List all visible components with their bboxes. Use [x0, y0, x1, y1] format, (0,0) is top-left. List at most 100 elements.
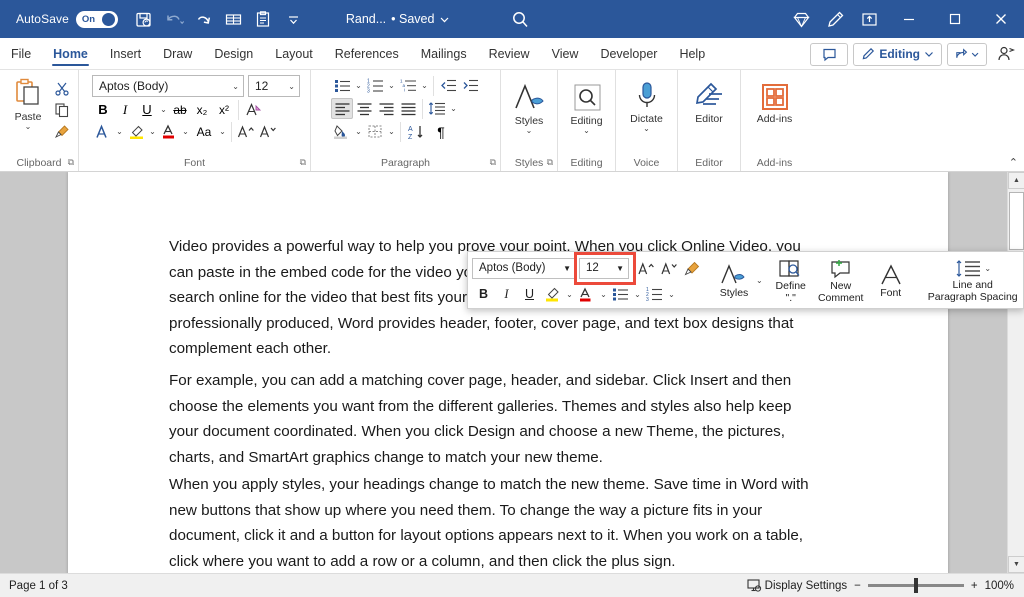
- chevron-down-icon[interactable]: ⌄: [232, 82, 239, 91]
- chevron-down-icon[interactable]: ⌄: [25, 123, 32, 131]
- dictate-button[interactable]: Dictate ⌄: [624, 77, 670, 133]
- grow-font-button[interactable]: [235, 121, 257, 142]
- tab-home[interactable]: Home: [42, 38, 99, 69]
- tab-design[interactable]: Design: [203, 38, 264, 69]
- page-indicator[interactable]: Page 1 of 3: [9, 580, 68, 592]
- tab-layout[interactable]: Layout: [264, 38, 324, 69]
- font-dialog-launcher[interactable]: ⧉: [300, 154, 306, 170]
- align-right-button[interactable]: [375, 98, 397, 119]
- chevron-down-icon[interactable]: ⌄: [386, 75, 397, 96]
- tab-developer[interactable]: Developer: [589, 38, 668, 69]
- clipboard-icon[interactable]: [250, 5, 278, 33]
- align-center-button[interactable]: [353, 98, 375, 119]
- chevron-down-icon[interactable]: ⌄: [419, 75, 430, 96]
- collapse-ribbon-button[interactable]: ⌃: [1009, 156, 1018, 169]
- paragraph-3[interactable]: When you apply styles, your headings cha…: [169, 472, 824, 573]
- format-painter-button[interactable]: [51, 121, 73, 142]
- clipboard-dialog-launcher[interactable]: ⧉: [68, 154, 74, 170]
- underline-button[interactable]: U: [136, 99, 158, 120]
- bold-button[interactable]: B: [92, 99, 114, 120]
- vertical-scrollbar[interactable]: ▲ ▼: [1007, 172, 1024, 573]
- ribbon-display-icon[interactable]: [852, 0, 886, 38]
- tab-mailings[interactable]: Mailings: [410, 38, 478, 69]
- chevron-down-icon[interactable]: ⌄: [756, 269, 763, 292]
- undo-icon[interactable]: [160, 5, 188, 33]
- editor-button[interactable]: Editor: [686, 79, 732, 125]
- highlight-button[interactable]: [125, 121, 147, 142]
- mini-underline-button[interactable]: U: [518, 283, 541, 306]
- customize-qat-icon[interactable]: [280, 5, 308, 33]
- cut-button[interactable]: [51, 77, 73, 98]
- zoom-level-label[interactable]: 100%: [985, 580, 1014, 592]
- chevron-down-icon[interactable]: ⌄: [583, 127, 590, 135]
- subscript-button[interactable]: x₂: [191, 99, 213, 120]
- scrollbar-thumb[interactable]: [1009, 192, 1024, 250]
- styles-button[interactable]: Styles ⌄: [506, 79, 552, 135]
- chevron-down-icon[interactable]: ⌄: [632, 283, 643, 306]
- mini-font-dialog-button[interactable]: Font: [869, 252, 913, 308]
- styles-dialog-launcher[interactable]: ⧉: [547, 154, 553, 170]
- pen-icon[interactable]: [818, 0, 852, 38]
- display-settings-button[interactable]: Display Settings: [747, 578, 847, 593]
- tab-file[interactable]: File: [0, 38, 42, 69]
- chevron-down-icon[interactable]: ⌄: [643, 125, 650, 133]
- font-name-input[interactable]: Aptos (Body) ⌄: [92, 75, 244, 97]
- comments-button[interactable]: [810, 42, 849, 66]
- mini-styles-button[interactable]: Styles: [712, 252, 756, 308]
- chevron-down-icon[interactable]: ⌄: [158, 99, 169, 120]
- chevron-down-icon[interactable]: ⌄: [564, 283, 575, 306]
- minimize-button[interactable]: [886, 0, 932, 38]
- zoom-out-button[interactable]: −: [854, 580, 861, 592]
- people-icon[interactable]: [992, 41, 1020, 67]
- zoom-slider-thumb[interactable]: [913, 578, 918, 593]
- paste-button[interactable]: Paste ⌄: [5, 75, 51, 131]
- bullets-button[interactable]: [331, 75, 353, 96]
- save-icon[interactable]: [130, 5, 158, 33]
- mini-numbering-button[interactable]: 123: [643, 283, 666, 306]
- mini-font-name-input[interactable]: Aptos (Body) ▼: [472, 257, 576, 279]
- tab-insert[interactable]: Insert: [99, 38, 152, 69]
- search-box[interactable]: [510, 9, 531, 30]
- chevron-down-icon[interactable]: ⌄: [147, 121, 158, 142]
- mini-format-painter-button[interactable]: [681, 257, 704, 280]
- mini-italic-button[interactable]: I: [495, 283, 518, 306]
- chevron-down-icon[interactable]: ▼: [563, 264, 571, 273]
- mini-define-button[interactable]: Define ".": [769, 252, 813, 308]
- chevron-down-icon[interactable]: ⌄: [114, 121, 125, 142]
- diamond-icon[interactable]: [784, 0, 818, 38]
- editing-mode-button[interactable]: Editing: [853, 42, 942, 66]
- tab-draw[interactable]: Draw: [152, 38, 203, 69]
- mini-font-color-button[interactable]: [575, 283, 598, 306]
- copy-button[interactable]: [51, 99, 73, 120]
- scroll-down-button[interactable]: ▼: [1008, 556, 1024, 573]
- chevron-down-icon[interactable]: ⌄: [353, 75, 364, 96]
- mini-font-size-input[interactable]: 12 ▼: [579, 257, 629, 279]
- mini-bold-button[interactable]: B: [472, 283, 495, 306]
- scroll-up-button[interactable]: ▲: [1008, 172, 1024, 189]
- mini-line-spacing-button[interactable]: ⌄ Line and Paragraph Spacing: [919, 252, 1024, 308]
- table-icon[interactable]: [220, 5, 248, 33]
- change-case-button[interactable]: Aa: [191, 121, 217, 142]
- increase-indent-button[interactable]: [459, 75, 481, 96]
- mini-shrink-font-button[interactable]: [658, 257, 681, 280]
- chevron-down-icon[interactable]: ⌄: [288, 82, 295, 91]
- tab-references[interactable]: References: [324, 38, 410, 69]
- chevron-down-icon[interactable]: ⌄: [217, 121, 228, 142]
- tab-review[interactable]: Review: [478, 38, 541, 69]
- addins-button[interactable]: Add-ins: [747, 79, 803, 125]
- show-marks-button[interactable]: ¶: [430, 121, 452, 142]
- chevron-down-icon[interactable]: ⌄: [598, 283, 609, 306]
- text-effects-button[interactable]: [92, 121, 114, 142]
- mini-bullets-button[interactable]: [609, 283, 632, 306]
- mini-highlight-button[interactable]: [541, 283, 564, 306]
- strikethrough-button[interactable]: ab: [169, 99, 191, 120]
- paragraph-2[interactable]: For example, you can add a matching cove…: [169, 368, 824, 470]
- italic-button[interactable]: I: [114, 99, 136, 120]
- mini-grow-font-button[interactable]: [635, 257, 658, 280]
- decrease-indent-button[interactable]: [437, 75, 459, 96]
- autosave-toggle[interactable]: On: [75, 10, 118, 28]
- clear-formatting-button[interactable]: [242, 99, 264, 120]
- zoom-in-button[interactable]: +: [971, 580, 978, 592]
- numbering-button[interactable]: 123: [364, 75, 386, 96]
- borders-button[interactable]: [364, 121, 386, 142]
